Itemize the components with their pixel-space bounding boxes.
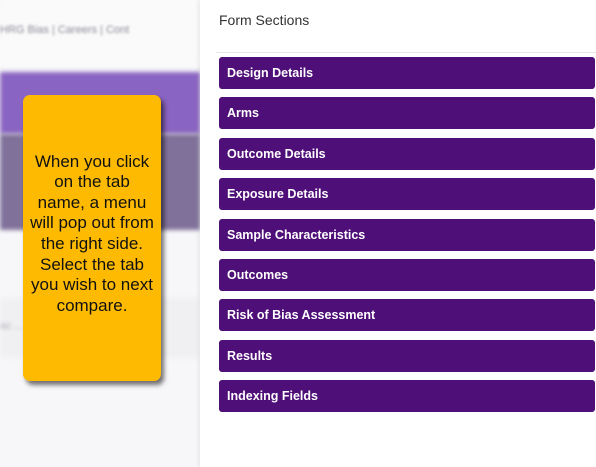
section-item-outcomes[interactable]: Outcomes bbox=[219, 258, 595, 291]
instruction-callout: When you click on the tab name, a menu w… bbox=[23, 95, 161, 381]
section-item-exposure-details[interactable]: Exposure Details bbox=[219, 178, 595, 211]
form-sections-panel: Form Sections Design Details Arms Outcom… bbox=[200, 0, 596, 467]
background-breadcrumb: HRG Bias | Careers | Cont bbox=[0, 24, 130, 36]
section-item-results[interactable]: Results bbox=[219, 339, 595, 372]
section-item-design-details[interactable]: Design Details bbox=[219, 57, 595, 89]
section-item-arms[interactable]: Arms bbox=[219, 97, 595, 130]
panel-title: Form Sections bbox=[219, 12, 310, 28]
instruction-callout-text: When you click on the tab name, a menu w… bbox=[30, 151, 154, 315]
screen: HRG Bias | Careers | Cont ac ... ared Wh… bbox=[0, 0, 596, 467]
panel-header: Form Sections bbox=[216, 0, 596, 53]
section-item-risk-of-bias-assessment[interactable]: Risk of Bias Assessment bbox=[219, 299, 595, 332]
section-item-outcome-details[interactable]: Outcome Details bbox=[219, 137, 595, 170]
section-list: Design Details Arms Outcome Details Expo… bbox=[219, 57, 595, 421]
section-item-indexing-fields[interactable]: Indexing Fields bbox=[219, 380, 595, 413]
section-item-sample-characteristics[interactable]: Sample Characteristics bbox=[219, 218, 595, 251]
